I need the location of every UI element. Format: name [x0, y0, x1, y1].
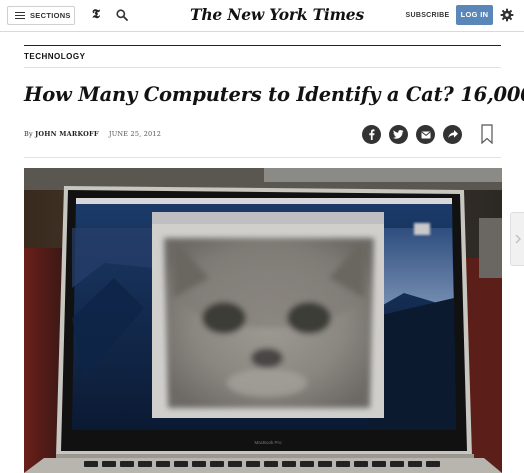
login-button[interactable]: LOG IN [456, 5, 493, 25]
gear-icon[interactable] [500, 8, 514, 22]
facebook-share-button[interactable] [362, 125, 381, 144]
email-share-button[interactable] [416, 125, 435, 144]
next-article-arrow[interactable] [510, 212, 524, 266]
nyt-t-logo[interactable]: 𝕿 [90, 7, 102, 23]
article-photo: MacBook Pro [24, 168, 502, 473]
more-share-button[interactable] [443, 125, 462, 144]
hamburger-icon [15, 11, 25, 20]
byline-divider [24, 157, 501, 158]
email-icon [420, 131, 431, 138]
facebook-icon [369, 129, 375, 140]
twitter-share-button[interactable] [389, 125, 408, 144]
sections-button[interactable]: SECTIONS [7, 6, 75, 25]
search-icon[interactable] [116, 9, 128, 21]
byline-prefix: By [24, 130, 33, 138]
section-label[interactable]: TECHNOLOGY [24, 52, 85, 61]
bookmark-icon[interactable] [481, 124, 493, 144]
byline: By JOHN MARKOFF JUNE 25, 2012 [24, 130, 161, 138]
publish-date: JUNE 25, 2012 [108, 130, 162, 138]
sections-label: SECTIONS [30, 11, 71, 20]
share-icon [447, 130, 458, 139]
laptop-model-label: MacBook Pro [254, 440, 282, 445]
section-underline [24, 67, 501, 68]
article-headline: How Many Computers to Identify a Cat? 16… [24, 83, 524, 106]
chevron-right-icon [514, 234, 521, 244]
byline-row: By JOHN MARKOFF JUNE 25, 2012 [24, 124, 501, 148]
author-name[interactable]: JOHN MARKOFF [35, 130, 99, 138]
masthead-logo[interactable]: The New York Times [190, 4, 364, 26]
subscribe-link[interactable]: SUBSCRIBE [405, 9, 450, 22]
laptop-cat-image: MacBook Pro [24, 168, 502, 473]
section-divider [24, 45, 501, 46]
top-navigation-bar: SECTIONS 𝕿 The New York Times SUBSCRIBE … [0, 0, 524, 32]
twitter-icon [393, 130, 404, 139]
